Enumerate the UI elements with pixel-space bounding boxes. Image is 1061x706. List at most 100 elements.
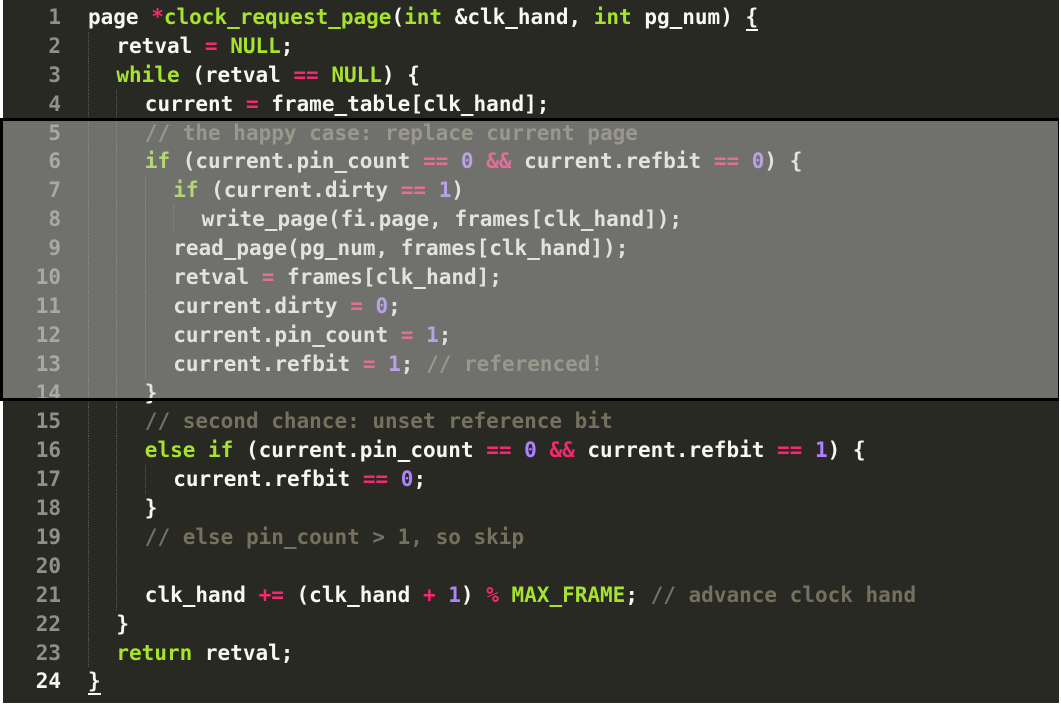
indent-guide [88, 551, 90, 581]
code-token: current.dirty [173, 293, 351, 318]
indent-guide [88, 234, 90, 264]
indent-guide [116, 176, 118, 206]
line-code: } [116, 610, 129, 639]
code-token: 1 [375, 351, 401, 376]
code-token: (retval [179, 62, 294, 87]
code-token: ; [280, 33, 294, 58]
indent-guide [88, 291, 90, 321]
indent-guide [88, 378, 90, 408]
code-token: // else pin_count > 1, so skip [144, 525, 525, 550]
line-code: read_page(pg_num, frames[clk_hand]); [173, 234, 628, 263]
code-token: current.pin_count [173, 322, 401, 347]
code-token: * [151, 5, 164, 29]
line-number: 14 [35, 380, 61, 405]
line-number: 24 [35, 669, 61, 694]
code-line[interactable]: 9 read_page(pg_num, frames[clk_hand]); [3, 234, 1059, 264]
indent-guide [144, 176, 147, 206]
code-token: % [486, 582, 499, 607]
code-token: { [745, 5, 759, 31]
line-code: retval = NULL; [116, 32, 293, 61]
line-code: current.pin_count = 1; [173, 321, 451, 350]
line-number: 1 [48, 5, 61, 29]
code-line[interactable]: 10 retval = frames[clk_hand]; [3, 263, 1059, 292]
code-token: if [173, 178, 199, 203]
line-code: write_page(fi.page, frames[clk_hand]); [202, 205, 682, 234]
code-line[interactable]: 16 else if (current.pin_count == 0 && cur… [3, 436, 1059, 466]
line-code: current.dirty = 0; [173, 292, 401, 321]
line-code: return retval; [116, 639, 293, 668]
code-line[interactable]: 13 current.refbit = 1; // referenced! [3, 349, 1059, 379]
code-token: (current.dirty [198, 178, 401, 203]
code-token: + [422, 582, 436, 607]
code-line[interactable]: 14} [3, 378, 1059, 408]
code-token: } [116, 611, 130, 636]
line-number: 3 [48, 62, 61, 87]
indent-guide [116, 378, 118, 408]
code-line[interactable]: 5 // the happy case: replace current page [3, 118, 1059, 148]
indent-guide [88, 205, 90, 235]
indent-guide [144, 320, 147, 350]
code-token: int [593, 5, 632, 29]
code-editor[interactable]: 1 page *clock_request_page(int &clk_hand,… [3, 0, 1059, 703]
line-number: 18 [35, 496, 61, 521]
indent-guide [144, 349, 147, 379]
code-token: 1 [802, 438, 828, 463]
code-line[interactable]: 22} [3, 609, 1059, 639]
line-number: 15 [35, 409, 61, 434]
indent-guide [173, 205, 175, 235]
line-code: current.refbit == 0; [173, 465, 426, 494]
indent-guide [88, 263, 90, 292]
code-line[interactable]: 12 current.pin_count = 1; [3, 320, 1059, 350]
code-line[interactable]: 23 return retval; [3, 638, 1059, 668]
code-line[interactable]: 8 write_page(fi.page, frames[clk_hand]); [3, 205, 1059, 235]
indent-guide [88, 147, 90, 177]
code-line[interactable]: 19 // else pin_count > 1, so skip [3, 523, 1059, 552]
indent-guide [88, 60, 90, 90]
line-code: current = frame_table[clk_hand]; [145, 90, 550, 119]
indent-guide [88, 89, 90, 119]
code-token: frame_table[clk_hand]; [258, 91, 550, 116]
code-token: 0 [739, 149, 765, 174]
code-line[interactable]: 4 current = frame_table[clk_hand]; [3, 89, 1059, 119]
code-line[interactable]: 7 if (current.dirty == 1) [3, 176, 1059, 206]
line-code: current.refbit = 1; // referenced! [173, 350, 603, 379]
code-line[interactable]: 24} [3, 667, 1059, 696]
code-token: ) { [764, 149, 803, 174]
indent-guide [116, 320, 118, 350]
code-token: current.refbit [574, 438, 778, 463]
indent-guide [144, 234, 147, 264]
code-line[interactable]: 3 while (retval == NULL) { [3, 60, 1059, 90]
code-token: current.refbit [173, 467, 363, 492]
code-line[interactable]: 20 [3, 551, 1059, 581]
code-token: NULL [318, 62, 382, 87]
code-line[interactable]: 17 current.refbit == 0; [3, 465, 1059, 495]
code-token: // referenced! [426, 351, 604, 376]
indent-guide [144, 205, 147, 235]
code-line[interactable]: 6 if (current.pin_count == 0 && current.r… [3, 147, 1059, 177]
code-line[interactable]: 21 clk_hand += (clk_hand + 1) % MAX_FRAME… [3, 580, 1059, 610]
code-token: // advance clock hand [650, 582, 917, 607]
code-line[interactable]: 18} [3, 494, 1059, 524]
code-token: = [400, 322, 414, 347]
indent-guide [144, 465, 147, 495]
line-code: else if (current.pin_count == 0 && curre… [145, 436, 866, 465]
line-code: if (current.pin_count == 0 && current.re… [145, 147, 803, 176]
indent-guide [116, 407, 118, 437]
code-token: read_page(pg_num, frames[clk_hand]); [173, 236, 629, 261]
code-token: retval [116, 33, 205, 58]
code-token: retval; [192, 640, 294, 665]
line-code: if (current.dirty == 1) [173, 176, 464, 205]
code-token: frames[clk_hand]; [274, 265, 502, 290]
code-token: 0 [362, 293, 389, 318]
code-line[interactable]: 15 // second chance: unset reference bit [3, 407, 1059, 437]
code-line[interactable]: 11 current.dirty = 0; [3, 291, 1059, 321]
code-line[interactable]: 1 page *clock_request_page(int &clk_hand,… [3, 3, 1059, 32]
code-token: } [144, 496, 158, 521]
indent-guide [116, 494, 118, 524]
code-line[interactable]: 2 retval = NULL; [3, 31, 1059, 61]
indent-guide [116, 89, 118, 119]
line-number: 13 [35, 351, 61, 376]
code-token: == [362, 467, 389, 492]
code-token: 1 [426, 178, 452, 203]
